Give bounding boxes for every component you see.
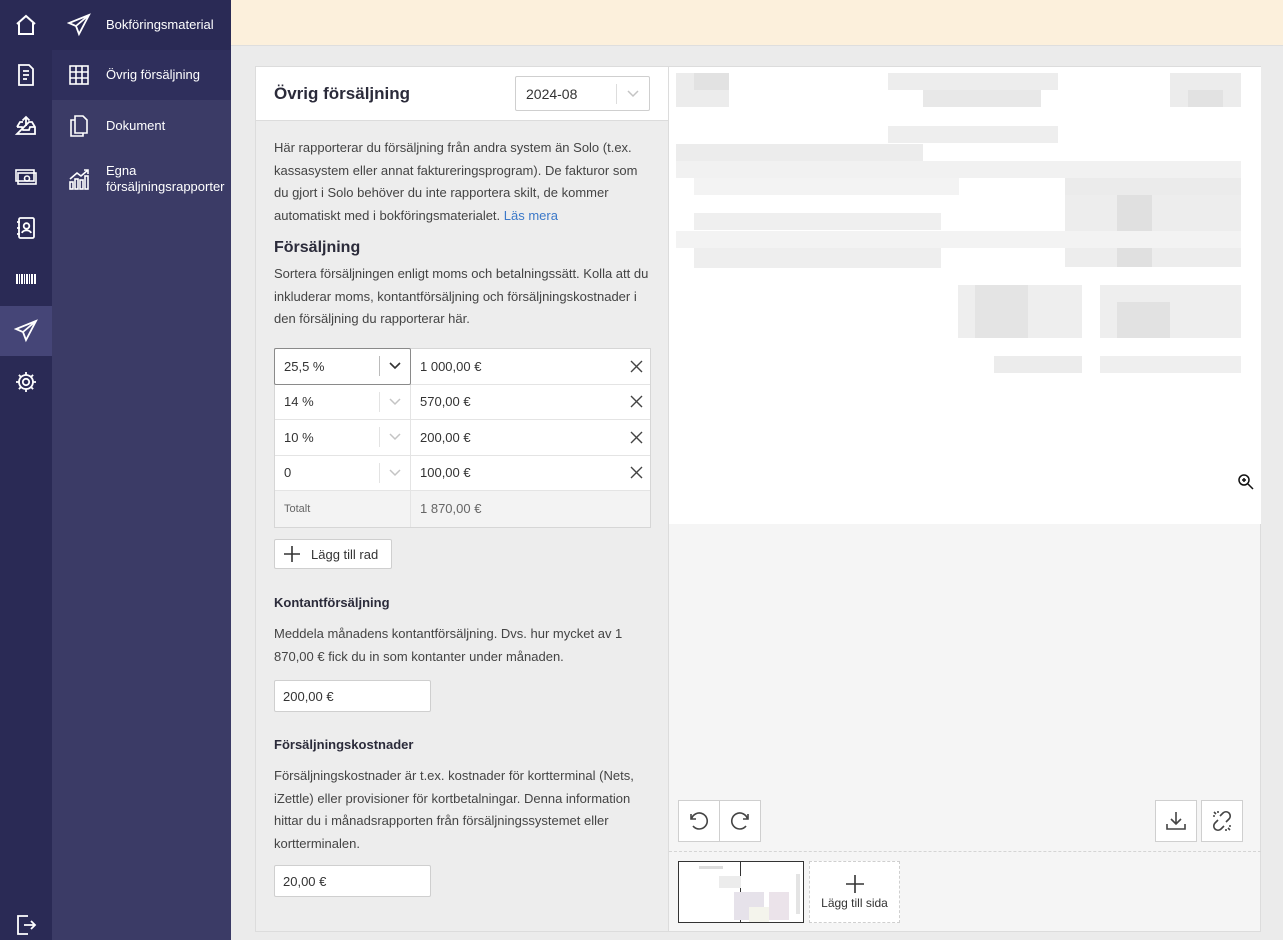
page-title: Övrig försäljning [274,83,411,103]
table-row: 0 100,00 € [275,455,650,491]
amount-input[interactable]: 570,00 € [411,385,622,420]
amount-input[interactable]: 200,00 € [411,420,622,455]
icon-rail [0,0,52,940]
rotate-left-button[interactable] [678,800,720,842]
costs-description: Försäljningskostnader är t.ex. kostnader… [274,768,634,851]
close-icon[interactable] [622,456,650,491]
sales-costs-input[interactable]: 20,00 € [274,865,431,897]
costs-heading: Försäljningskostnader [274,737,414,752]
table-row: 14 % 570,00 € [275,384,650,420]
top-banner [231,0,1283,46]
total-row: Totalt 1 870,00 € [275,491,650,527]
download-button[interactable] [1155,800,1197,842]
subnav-item-bokforingsmaterial[interactable]: Bokföringsmaterial [52,0,231,50]
chevron-down-icon [380,469,410,477]
chevron-down-icon [380,433,410,441]
grid-icon [52,63,106,87]
panel-header: Övrig försäljning 2024-08 [256,67,668,121]
plus-icon [284,546,300,562]
document-preview: Lägg till sida [669,66,1261,932]
add-row-button[interactable]: Lägg till rad [274,539,392,569]
amount-input[interactable]: 1 000,00 € [411,349,622,384]
chevron-down-icon [617,89,649,98]
vat-select[interactable]: 10 % [275,420,411,455]
plus-icon [845,875,864,893]
sales-form-panel: Övrig försäljning 2024-08 Här rapportera… [255,66,669,932]
rotate-left-icon [690,812,709,830]
money-icon[interactable] [0,152,52,202]
cash-sales-input[interactable]: 200,00 € [274,680,431,712]
add-page-button[interactable]: Lägg till sida [809,861,900,923]
subnav-item-label: Egna [106,163,137,178]
chevron-down-icon [380,362,410,370]
unlink-button[interactable] [1201,800,1243,842]
read-more-link[interactable]: Läs mera [504,208,558,223]
rotate-right-icon [730,812,749,830]
inbox-upload-icon[interactable] [0,101,52,151]
panel-body: Här rapporterar du försäljning från andr… [256,121,668,331]
period-select[interactable]: 2024-08 [515,76,650,111]
sub-navigation: Bokföringsmaterial Övrig försäljning Dok… [52,0,231,940]
subnav-item-label: Övrig försäljning [106,67,200,82]
sales-heading: Försäljning [274,239,361,256]
page-thumbnail[interactable] [678,861,804,923]
page-thumbnails: Lägg till sida [669,851,1261,933]
unlink-icon [1212,810,1232,832]
cash-heading: Kontantförsäljning [274,595,390,610]
close-icon[interactable] [622,385,650,420]
vat-select[interactable]: 25,5 % [274,348,411,385]
intro-text: Här rapporterar du försäljning från andr… [274,140,638,223]
logout-icon[interactable] [0,900,52,940]
home-icon[interactable] [0,0,52,50]
vat-table: 25,5 % 1 000,00 € 14 % 570,00 € 10 % 200… [274,348,651,528]
subnav-item-label: Dokument [106,118,166,133]
subnav-item-ovrig-forsaljning[interactable]: Övrig försäljning [52,50,231,100]
period-value: 2024-08 [526,85,578,102]
document-page[interactable] [669,67,1261,524]
download-icon [1166,812,1186,830]
table-row: 25,5 % 1 000,00 € [274,348,650,385]
vat-select[interactable]: 14 % [275,384,411,419]
contacts-icon[interactable] [0,203,52,253]
total-value: 1 870,00 € [420,501,482,517]
zoom-in-icon[interactable] [1237,473,1255,496]
close-icon[interactable] [622,420,650,455]
sales-description: Sortera försäljningen enligt moms och be… [274,266,649,326]
total-label: Totalt [275,491,411,527]
amount-input[interactable]: 100,00 € [411,456,622,491]
subnav-item-egna-rapporter[interactable]: Egna försäljningsrapporter [52,152,231,206]
vat-select[interactable]: 0 [275,455,411,490]
chevron-down-icon [380,398,410,406]
close-icon[interactable] [622,349,650,384]
gear-icon[interactable] [0,357,52,407]
cash-description: Meddela månadens kontantförsäljning. Dvs… [274,626,623,664]
barcode-icon[interactable] [0,254,52,304]
table-row: 10 % 200,00 € [275,420,650,456]
paper-plane-icon [52,13,106,37]
subnav-item-label: Bokföringsmaterial [106,17,214,32]
subnav-item-dokument[interactable]: Dokument [52,101,231,151]
receipt-icon[interactable] [0,50,52,100]
documents-icon [52,114,106,138]
chart-icon [52,167,106,191]
subnav-item-label: försäljningsrapporter [106,179,225,194]
paper-plane-icon[interactable] [0,306,52,356]
rotate-right-button[interactable] [719,800,761,842]
